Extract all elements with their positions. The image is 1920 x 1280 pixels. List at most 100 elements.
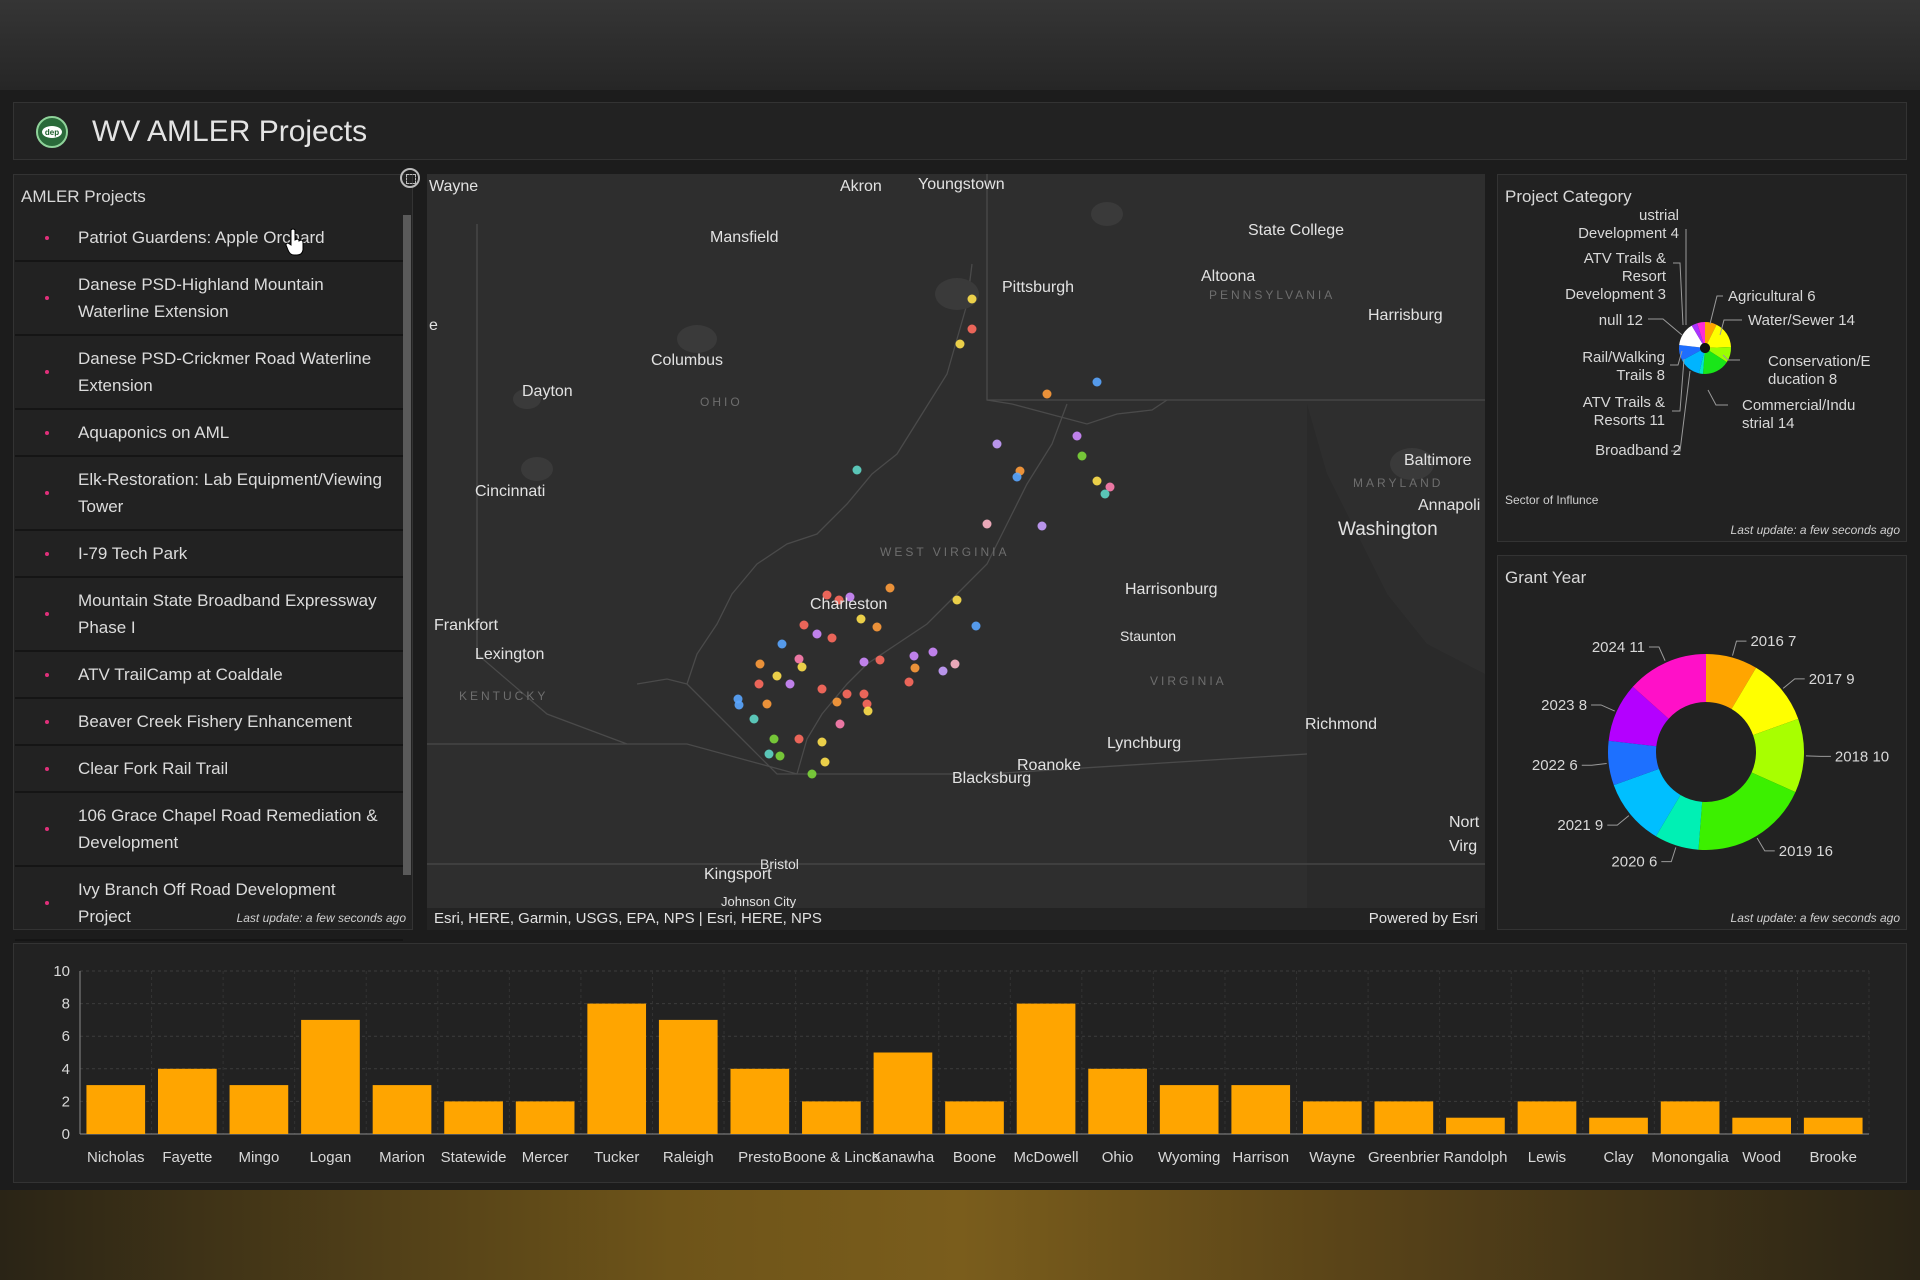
project-point-marker[interactable] [799,620,809,630]
project-point-marker[interactable] [775,751,785,761]
project-point-marker[interactable] [1077,451,1087,461]
project-point-marker[interactable] [817,684,827,694]
bar[interactable] [1302,1101,1362,1134]
bar[interactable] [1803,1117,1863,1134]
powered-by-link[interactable]: Powered by Esri [1369,910,1478,927]
project-point-marker[interactable] [769,734,779,744]
bar[interactable] [86,1085,146,1134]
grant-year-donut-chart[interactable]: 2016 7 2017 9 2018 10 2019 16 2020 6 2021 9 20… [1498,556,1906,929]
project-point-marker[interactable] [982,519,992,529]
project-point-marker[interactable] [967,324,977,334]
project-point-marker[interactable] [764,749,774,759]
project-point-marker[interactable] [755,659,765,669]
bar[interactable] [873,1052,933,1135]
project-point-marker[interactable] [1012,472,1022,482]
project-point-marker[interactable] [794,654,804,664]
list-item[interactable]: Aquaponics on AML [15,410,403,457]
project-point-marker[interactable] [863,706,873,716]
project-point-marker[interactable] [955,339,965,349]
project-point-marker[interactable] [749,714,759,724]
project-point-marker[interactable] [772,671,782,681]
map-label: Mansfield [710,229,779,246]
project-point-marker[interactable] [1092,377,1102,387]
project-point-marker[interactable] [1100,489,1110,499]
bar[interactable] [802,1101,861,1134]
bar[interactable] [730,1068,790,1134]
list-item[interactable]: Ivy Branch Off Road Development Project [15,867,403,941]
bar[interactable] [1016,1003,1076,1134]
project-point-marker[interactable] [794,734,804,744]
expand-icon[interactable] [400,168,420,188]
bar[interactable] [444,1101,503,1134]
bar[interactable] [1159,1085,1219,1134]
project-point-marker[interactable] [971,621,981,631]
project-point-marker[interactable] [910,663,920,673]
project-point-marker[interactable] [842,689,852,699]
list-item[interactable]: Danese PSD-Highland Mountain Waterline E… [15,262,403,336]
project-point-marker[interactable] [856,614,866,624]
bar[interactable] [515,1101,575,1134]
bar[interactable] [301,1019,360,1134]
list-item[interactable]: Beaver Creek Fishery Enhancement [15,699,403,746]
project-point-marker[interactable] [733,694,743,704]
project-point-marker[interactable] [859,657,869,667]
project-point-marker[interactable] [872,622,882,632]
project-point-marker[interactable] [859,689,869,699]
list-item[interactable]: 106 Grace Chapel Road Remediation & Deve… [15,793,403,867]
project-point-marker[interactable] [807,769,817,779]
project-point-marker[interactable] [777,639,787,649]
project-point-marker[interactable] [967,294,977,304]
bar[interactable] [1517,1101,1577,1134]
project-point-marker[interactable] [875,655,885,665]
project-point-marker[interactable] [950,659,960,669]
bar[interactable] [372,1085,432,1134]
bar[interactable] [1732,1117,1791,1134]
list-item[interactable]: Elk-Restoration: Lab Equipment/Viewing T… [15,457,403,531]
project-point-marker[interactable] [928,647,938,657]
list-item[interactable]: Patriot Guardens: Apple Orchard [15,215,403,262]
list-item[interactable]: I-79 Tech Park [15,531,403,578]
map-view[interactable]: Wayne Akron Youngstown Mansfield State C… [427,174,1485,930]
project-point-marker[interactable] [1072,431,1082,441]
project-point-marker[interactable] [827,633,837,643]
bar[interactable] [587,1003,647,1134]
project-point-marker[interactable] [835,719,845,729]
project-point-marker[interactable] [785,679,795,689]
project-point-marker[interactable] [952,595,962,605]
list-item[interactable]: ATV TrailCamp at Coaldale [15,652,403,699]
bar[interactable] [1088,1068,1147,1134]
list-item[interactable]: Clear Fork Rail Trail [15,746,403,793]
project-point-marker[interactable] [762,699,772,709]
project-point-marker[interactable] [852,465,862,475]
project-point-marker[interactable] [992,439,1002,449]
project-point-marker[interactable] [885,583,895,593]
project-point-marker[interactable] [1042,389,1052,399]
project-point-marker[interactable] [832,697,842,707]
bar[interactable] [229,1085,289,1134]
county-bar-chart[interactable]: 0 2 4 6 8 10 Nicholas Fayette Mingo Logan Marion St… [14,944,1906,1182]
list-scrollbar[interactable] [403,215,411,875]
list-item[interactable]: Danese PSD-Crickmer Road Waterline Exten… [15,336,403,410]
project-point-marker[interactable] [904,677,914,687]
project-point-marker[interactable] [938,666,948,676]
bar[interactable] [658,1019,718,1134]
bar[interactable] [1589,1117,1648,1134]
list-item[interactable]: Mountain State Broadband Expressway Phas… [15,578,403,652]
attribution-text[interactable]: Esri, HERE, Garmin, USGS, EPA, NPS | Esr… [434,910,822,927]
project-point-marker[interactable] [817,737,827,747]
bar[interactable] [1374,1101,1434,1134]
bar[interactable] [1231,1085,1291,1134]
project-point-marker[interactable] [797,662,807,672]
bar[interactable] [1660,1101,1720,1134]
project-point-marker[interactable] [1092,476,1102,486]
project-point-marker[interactable] [754,679,764,689]
project-point-marker[interactable] [820,757,830,767]
project-point-marker[interactable] [1037,521,1047,531]
project-point-marker[interactable] [812,629,822,639]
category-pie-chart[interactable]: ustrialDevelopment 4ATV Trails &ResortDe… [1498,175,1906,541]
bar[interactable] [1446,1117,1505,1134]
chart-label: Broadband 2 [1595,442,1681,459]
project-point-marker[interactable] [909,651,919,661]
bar[interactable] [158,1068,217,1134]
bar[interactable] [945,1101,1004,1134]
